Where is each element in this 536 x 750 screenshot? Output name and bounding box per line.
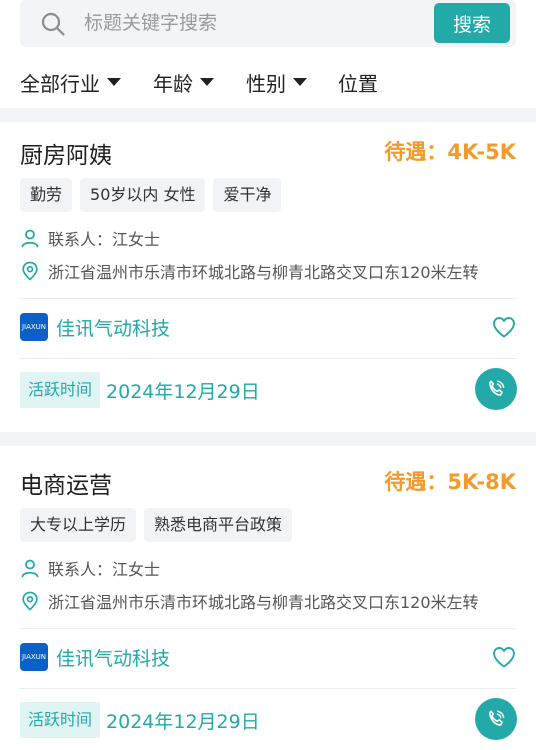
card-divider <box>20 298 516 299</box>
contact-text: 联系人：江女士 <box>48 230 161 249</box>
active-time-label: 活跃时间 <box>20 702 101 738</box>
phone-icon <box>489 380 505 396</box>
filter-location[interactable]: 位置 <box>338 69 378 96</box>
address-text: 浙江省温州市乐清市环城北路与柳青北路交叉口东120米左转 <box>48 593 479 612</box>
salary-label: 待遇：4K-5K <box>384 140 516 164</box>
active-row: 活跃时间 2024年12月29日 <box>20 372 260 408</box>
job-tags: 大专以上学历 熟悉电商平台政策 <box>20 508 293 542</box>
address-row: 浙江省温州市乐清市环城北路与柳青北路交叉口东120米左转 <box>20 258 479 284</box>
active-date: 2024年12月29日 <box>106 710 260 733</box>
heart-icon[interactable] <box>492 316 516 338</box>
search-button[interactable]: 搜索 <box>434 3 510 43</box>
job-title: 电商运营 <box>20 473 112 499</box>
location-pin-icon <box>22 591 38 611</box>
phone-icon <box>489 710 505 726</box>
contact-row: 联系人：江女士 <box>20 556 160 580</box>
company-row[interactable]: JIAXUN 佳讯气动科技 <box>20 640 170 674</box>
job-tags: 勤劳 50岁以内 女性 爱干净 <box>20 178 282 212</box>
call-button[interactable] <box>475 698 517 740</box>
salary-label: 待遇：5K-8K <box>384 470 516 494</box>
filter-age-label: 年龄 <box>153 71 193 96</box>
company-name: 佳讯气动科技 <box>56 317 171 340</box>
job-tag: 爱干净 <box>213 178 282 212</box>
filter-gender-label: 性别 <box>246 71 286 96</box>
job-tag: 熟悉电商平台政策 <box>144 508 293 542</box>
job-tag: 大专以上学历 <box>20 508 137 542</box>
search-icon <box>41 12 65 36</box>
person-icon <box>21 559 39 578</box>
filter-industry[interactable]: 全部行业 <box>20 69 121 96</box>
section-divider <box>0 432 536 446</box>
active-time-label: 活跃时间 <box>20 372 101 408</box>
company-logo: JIAXUN <box>20 313 48 341</box>
job-tag: 50岁以内 女性 <box>80 178 206 212</box>
company-name: 佳讯气动科技 <box>56 647 171 670</box>
location-pin-icon <box>22 261 38 281</box>
contact-row: 联系人：江女士 <box>20 226 160 250</box>
job-card[interactable]: 电商运营 待遇：5K-8K 大专以上学历 熟悉电商平台政策 联系人：江女士 浙江… <box>0 452 536 750</box>
filter-location-label: 位置 <box>338 71 378 96</box>
search-bar: 搜索 <box>20 0 516 47</box>
heart-icon[interactable] <box>492 646 516 668</box>
active-row: 活跃时间 2024年12月29日 <box>20 702 260 738</box>
address-row: 浙江省温州市乐清市环城北路与柳青北路交叉口东120米左转 <box>20 588 479 614</box>
job-tag: 勤劳 <box>20 178 73 212</box>
call-button[interactable] <box>475 368 517 410</box>
caret-down-icon <box>200 78 214 86</box>
caret-down-icon <box>107 78 121 86</box>
filter-age[interactable]: 年龄 <box>153 69 214 96</box>
job-card[interactable]: 厨房阿姨 待遇：4K-5K 勤劳 50岁以内 女性 爱干净 联系人：江女士 浙江… <box>0 122 536 430</box>
company-logo: JIAXUN <box>20 643 48 671</box>
section-divider <box>0 108 536 122</box>
filter-bar: 全部行业 年龄 性别 位置 <box>0 62 536 102</box>
company-row[interactable]: JIAXUN 佳讯气动科技 <box>20 310 170 344</box>
address-text: 浙江省温州市乐清市环城北路与柳青北路交叉口东120米左转 <box>48 263 479 282</box>
active-date: 2024年12月29日 <box>106 380 260 403</box>
filter-industry-label: 全部行业 <box>20 71 100 96</box>
card-divider <box>20 358 516 359</box>
job-title: 厨房阿姨 <box>20 143 112 169</box>
card-divider <box>20 628 516 629</box>
contact-text: 联系人：江女士 <box>48 560 161 579</box>
job-list-page: 搜索 全部行业 年龄 性别 位置 厨房阿姨 待遇：4K-5K 勤劳 50岁以内 … <box>0 0 536 750</box>
person-icon <box>21 229 39 248</box>
filter-gender[interactable]: 性别 <box>246 69 307 96</box>
search-input[interactable] <box>84 8 424 38</box>
card-divider <box>20 688 516 689</box>
caret-down-icon <box>293 78 307 86</box>
